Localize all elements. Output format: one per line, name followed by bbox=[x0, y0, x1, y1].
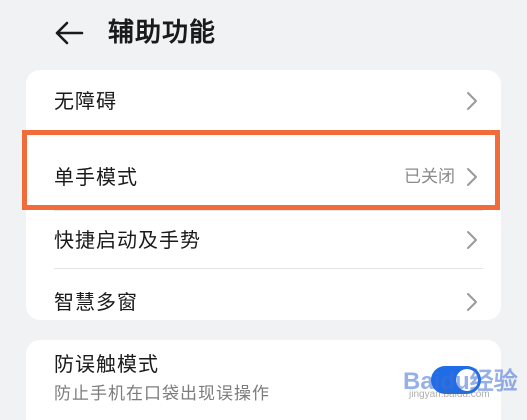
chevron-right-icon bbox=[467, 293, 477, 311]
list-item-label: 防误触模式 bbox=[54, 352, 159, 376]
chevron-right-icon bbox=[467, 231, 477, 249]
list-item-label: 智慧多窗 bbox=[54, 290, 138, 314]
list-item-label: 快捷启动及手势 bbox=[54, 228, 201, 252]
settings-card: 无障碍 单手模式 已关闭 快捷启动及手势 智慧多窗 bbox=[26, 70, 501, 320]
list-item-accidental-touch: 防误触模式 防止手机在口袋出现误操作 bbox=[26, 340, 501, 420]
list-item-smart-multiwindow[interactable]: 智慧多窗 bbox=[26, 269, 501, 320]
list-item-one-hand-mode[interactable]: 单手模式 已关闭 bbox=[26, 133, 501, 210]
toggle-card: 防误触模式 防止手机在口袋出现误操作 bbox=[26, 340, 501, 420]
chevron-right-icon bbox=[467, 168, 477, 186]
back-button[interactable] bbox=[52, 16, 86, 50]
list-item-quick-launch-gestures[interactable]: 快捷启动及手势 bbox=[26, 211, 501, 268]
arrow-left-icon bbox=[55, 21, 84, 45]
status-value: 已关闭 bbox=[404, 167, 455, 187]
header-bar: 辅助功能 bbox=[0, 0, 527, 64]
accidental-touch-toggle[interactable] bbox=[431, 366, 481, 394]
toggle-knob bbox=[456, 369, 478, 391]
list-item-accessibility[interactable]: 无障碍 bbox=[26, 70, 501, 132]
list-item-sublabel: 防止手机在口袋出现误操作 bbox=[54, 384, 270, 404]
list-item-label: 单手模式 bbox=[54, 165, 138, 189]
list-item-label: 无障碍 bbox=[54, 89, 117, 113]
page-title: 辅助功能 bbox=[108, 18, 217, 48]
chevron-right-icon bbox=[467, 92, 477, 110]
